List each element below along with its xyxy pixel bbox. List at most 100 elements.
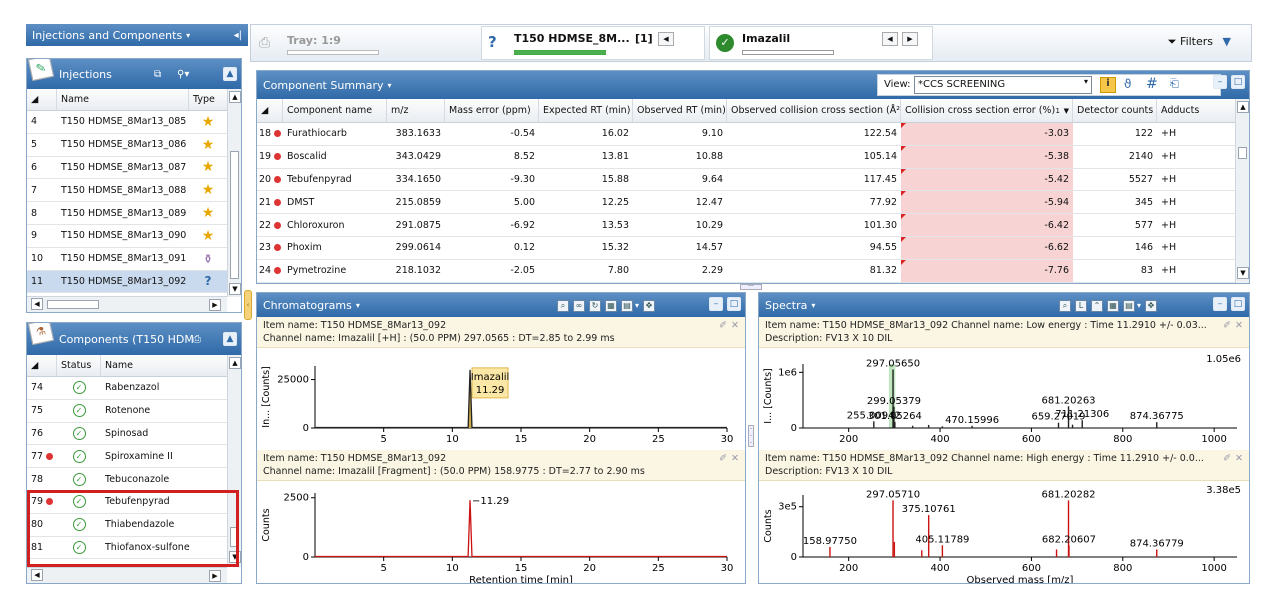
panel-splitter[interactable]: ‹ (244, 290, 252, 320)
scroll-right-icon[interactable]: ▶ (209, 299, 221, 311)
table-row[interactable]: 11 T150 HDMSE_8Mar13_092? (27, 270, 241, 294)
move-icon[interactable]: ✥ (1145, 300, 1158, 312)
table-row[interactable]: 8 T150 HDMSE_8Mar13_089 ★ (27, 202, 241, 225)
col-type[interactable]: Type (189, 89, 227, 110)
collapse-button[interactable]: ▲ (223, 67, 237, 81)
components-collapse-button[interactable]: ▲ (223, 332, 237, 346)
table-row[interactable]: 5 T150 HDMSE_8Mar13_086 ★ (27, 134, 241, 157)
close-icon[interactable]: ✕ (1235, 319, 1243, 332)
minimize-button[interactable]: – (1213, 297, 1227, 311)
table-row[interactable]: 24 Pymetrozine 218.1032 -2.05 7.80 2.29 81.32-… (257, 259, 1249, 283)
injection-section[interactable]: ? T150 HDMSE_8M... [1] ◀ (481, 26, 705, 60)
maximize-button[interactable]: □ (1231, 297, 1245, 311)
pin-icon[interactable]: ✐ (719, 319, 727, 332)
table-row[interactable]: 78 ✓ Tebuconazole (27, 468, 241, 491)
export-icon[interactable]: ⎙ (193, 334, 201, 345)
table-row[interactable]: 22 Chloroxuron 291.0875 -6.92 13.53 10.29 101.… (257, 214, 1249, 237)
left-panel-header[interactable]: Injections and Components ▾ ◂| (26, 24, 248, 46)
scroll-right-icon[interactable]: ▶ (209, 570, 221, 582)
hscroll-thumb[interactable] (47, 300, 99, 309)
spectrum-2-chart[interactable]: 200 400 600 800 1000 0 3e5 Counts Observed mass … (759, 481, 1249, 584)
components-hscroll[interactable]: ◀ (27, 567, 227, 583)
vertical-splitter[interactable]: · · · (748, 425, 754, 447)
table-icon[interactable]: ▦ (1107, 300, 1119, 312)
scroll-left-icon[interactable]: ◀ (31, 298, 43, 310)
table-row[interactable]: 4 T150 HDMSE_8Mar13_085 ★ (27, 111, 241, 134)
chromatogram-2-chart[interactable]: 5 10 15 20 25 30 0 2500 Counts Retention time [mi… (257, 481, 745, 584)
info-icon[interactable]: i (1100, 77, 1116, 93)
maximize-button[interactable]: □ (1231, 75, 1245, 89)
component-section[interactable]: ✓ Imazalil ◀ ▶ (709, 26, 933, 60)
table-row[interactable]: 7 T150 HDMSE_8Mar13_088 ★ (27, 179, 241, 203)
move-icon[interactable]: ✥ (643, 300, 656, 312)
col-mz[interactable]: m/z (387, 99, 445, 122)
summary-title[interactable]: Component Summary (263, 79, 384, 92)
table-row[interactable]: 18 Furathiocarb 383.1633 -0.54 16.02 9.10 122.… (257, 123, 1249, 146)
col-expected-rt[interactable]: Expected RT (min) (539, 99, 633, 122)
col-adducts[interactable]: Adducts (1157, 99, 1231, 122)
table-row[interactable]: 23 Phoxim 299.0614 0.12 15.32 14.57 94.55 -6.62… (257, 236, 1249, 260)
layers-icon[interactable]: ▤ (1123, 300, 1135, 312)
table-row[interactable]: 77 ✓ Spiroxamine II (27, 445, 241, 469)
col-name[interactable]: Name (101, 355, 227, 376)
prev-button[interactable]: ◀ (658, 32, 674, 46)
close-icon[interactable]: ✕ (731, 452, 739, 465)
table-row[interactable]: 20 Tebufenpyrad 334.1650 -9.30 15.88 9.64 117.… (257, 168, 1249, 192)
export-icon[interactable]: ⎗ (1170, 77, 1179, 91)
col-observed-rt[interactable]: Observed RT (min) (633, 99, 727, 122)
copy-icon[interactable]: ⧉ (154, 69, 161, 80)
chevron-down-icon[interactable]: ▾ (635, 301, 639, 310)
col-component-name[interactable]: Component name (283, 99, 387, 122)
label-icon[interactable]: L (1075, 300, 1087, 312)
settings-icon[interactable]: ϑ (1124, 77, 1131, 91)
scroll-down-icon[interactable]: ▼ (1237, 267, 1249, 279)
scroll-down-icon[interactable]: ▼ (229, 283, 241, 295)
spectra-title[interactable]: Spectra (765, 299, 807, 312)
dropdown-arrow-icon[interactable]: ▾ (1084, 77, 1088, 86)
summary-vscroll[interactable]: ▲ ▼ (1235, 99, 1249, 283)
table-row[interactable]: 10 T150 HDMSE_8Mar13_091 ⚱ (27, 248, 241, 271)
minimize-button[interactable]: – (709, 297, 723, 311)
pin-icon[interactable]: ✐ (719, 452, 727, 465)
scroll-up-icon[interactable]: ▲ (229, 357, 241, 369)
link-icon[interactable]: ∞ (573, 300, 585, 312)
chevron-down-icon[interactable]: ▾ (356, 301, 360, 310)
scroll-thumb[interactable] (1238, 147, 1247, 159)
col-observed-ccs[interactable]: Observed collision cross section (Å²) (727, 99, 901, 122)
col-detector-counts[interactable]: Detector counts (1073, 99, 1157, 122)
next-button[interactable]: ▶ (902, 32, 918, 46)
pin-icon[interactable]: ✐ (1223, 452, 1231, 465)
zoom-icon[interactable]: ⌕ (1059, 300, 1071, 312)
chromatogram-1-chart[interactable]: 5 10 15 20 25 30 0 25000 In... [Counts] Imazalil 1… (257, 348, 745, 450)
layers-icon[interactable]: ▤ (621, 300, 633, 312)
injections-vscroll[interactable]: ▲ ▼ (227, 89, 241, 297)
tray-section[interactable]: ⎙ Tray: 1:9 (257, 29, 477, 59)
table-row[interactable]: 19 Boscalid 343.0429 8.52 13.81 10.88 105.14 -5… (257, 145, 1249, 169)
col-mass-error[interactable]: Mass error (ppm) (445, 99, 539, 122)
close-icon[interactable]: ✕ (731, 319, 739, 332)
table-row[interactable]: 75 ✓ Rotenone (27, 400, 241, 423)
col-name[interactable]: Name (57, 89, 189, 110)
col-ccs-error[interactable]: Collision cross section error (%) 1 ▼ (901, 99, 1073, 122)
col-status[interactable]: Status (57, 355, 101, 376)
table-row[interactable]: 6 T150 HDMSE_8Mar13_087 ★ (27, 157, 241, 180)
table-icon[interactable]: ▦ (605, 300, 617, 312)
horizontal-splitter[interactable]: ··· (740, 284, 762, 290)
table-row[interactable]: 21 DMST 215.0859 5.00 12.25 12.47 77.92 -5.94 34… (257, 191, 1249, 215)
table-row[interactable]: 76 ✓ Spinosad (27, 423, 241, 446)
pin-icon[interactable]: ✐ (1223, 319, 1231, 332)
scroll-left-icon[interactable]: ◀ (31, 569, 43, 581)
chevron-down-icon[interactable]: ▾ (388, 81, 392, 90)
maximize-button[interactable]: □ (727, 297, 741, 311)
chevron-down-icon[interactable]: ▾ (811, 301, 815, 310)
scroll-up-icon[interactable]: ▲ (1237, 101, 1249, 113)
table-row[interactable]: 9 T150 HDMSE_8Mar13_090 ★ (27, 225, 241, 248)
tree-icon[interactable]: ⚲▾ (177, 69, 189, 80)
peak-icon[interactable]: ⌃ (1091, 300, 1103, 312)
spectrum-1-chart[interactable]: 200 400 600 800 1000 0 1e6 I... [Counts] 1.05e6 2… (759, 348, 1249, 450)
chevron-down-icon[interactable]: ▾ (1137, 301, 1141, 310)
prev-button[interactable]: ◀ (882, 32, 898, 46)
chevron-down-icon[interactable]: ▾ (186, 31, 190, 40)
injections-hscroll[interactable]: ◀ (27, 296, 227, 312)
view-select[interactable]: *CCS SCREENING (914, 76, 1092, 94)
